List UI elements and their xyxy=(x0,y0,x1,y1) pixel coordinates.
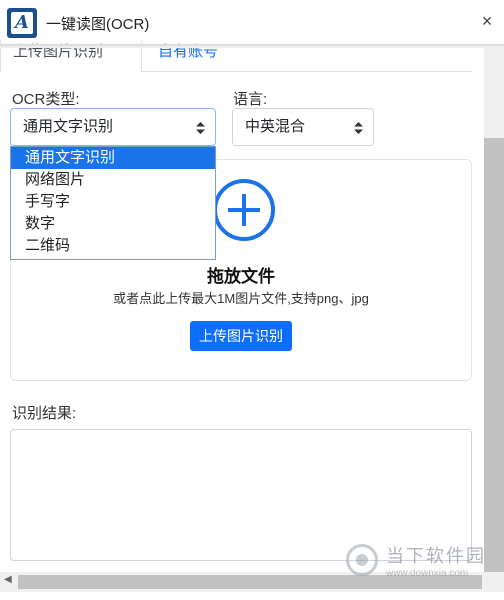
dropdown-option-qrcode[interactable]: 二维码 xyxy=(11,235,215,257)
app-logo-icon: A xyxy=(7,8,37,38)
tabs-divider xyxy=(142,71,472,72)
site-watermark: 当下软件园 www.downxia.com xyxy=(346,542,496,586)
scroll-left-arrow-icon[interactable]: ◀ xyxy=(4,574,12,585)
language-label: 语言: xyxy=(233,91,268,108)
ocr-type-selected-value: 通用文字识别 xyxy=(23,118,114,135)
close-button[interactable]: × xyxy=(476,10,498,32)
dropzone-title: 拖放文件 xyxy=(207,267,275,286)
ocr-type-label: OCR类型: xyxy=(12,91,80,108)
ocr-type-select[interactable]: 通用文字识别 xyxy=(10,108,216,146)
dropzone-subtitle: 或者点此上传最大1M图片文件,支持png、jpg xyxy=(113,291,369,306)
select-caret-icon xyxy=(354,109,363,145)
language-selected-value: 中英混合 xyxy=(245,118,306,135)
dropdown-option-handwriting[interactable]: 手写字 xyxy=(11,191,215,213)
watermark-main: 当下软件园 xyxy=(386,546,486,566)
plus-circle-icon[interactable] xyxy=(212,178,276,242)
app-logo-letter: A xyxy=(11,12,33,34)
dropdown-option-general-text[interactable]: 通用文字识别 xyxy=(11,147,215,169)
dropdown-option-web-image[interactable]: 网络图片 xyxy=(11,169,215,191)
vertical-scrollbar[interactable] xyxy=(484,48,504,588)
title-bar: A 一键读图(OCR) × xyxy=(0,0,504,44)
ocr-type-dropdown: 通用文字识别 网络图片 手写字 数字 二维码 xyxy=(10,146,216,260)
language-select[interactable]: 中英混合 xyxy=(232,108,374,146)
select-caret-icon xyxy=(196,109,205,145)
dropdown-option-numbers[interactable]: 数字 xyxy=(11,213,215,235)
watermark-sub: www.downxia.com xyxy=(386,568,469,579)
vertical-scroll-thumb[interactable] xyxy=(484,138,504,588)
upload-image-button[interactable]: 上传图片识别 xyxy=(190,321,292,351)
window-title: 一键读图(OCR) xyxy=(46,16,150,33)
titlebar-shadow xyxy=(0,44,504,48)
watermark-logo-icon xyxy=(346,544,378,576)
result-label: 识别结果: xyxy=(12,405,77,422)
